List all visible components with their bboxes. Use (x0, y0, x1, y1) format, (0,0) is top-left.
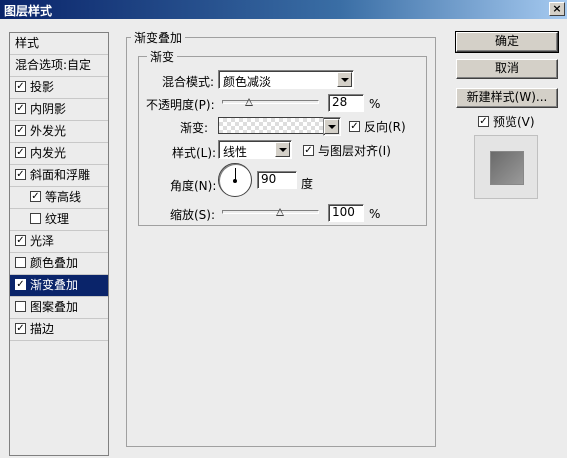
preview-label: 预览(V) (493, 115, 535, 129)
blend-mode-select[interactable]: 颜色减淡 (218, 70, 354, 89)
style-item-checkbox[interactable]: ✓ (15, 323, 26, 334)
style-list-item[interactable]: 图案叠加 (10, 297, 108, 319)
style-list-header: 样式 (10, 33, 108, 55)
style-item-label: 描边 (30, 322, 55, 336)
style-list-item[interactable]: ✓ 外发光 (10, 121, 108, 143)
style-list-item[interactable]: ✓ 内发光 (10, 143, 108, 165)
style-item-checkbox[interactable] (15, 301, 26, 312)
style-preview (474, 135, 538, 199)
gradient-label: 渐变: (180, 121, 209, 135)
cancel-button[interactable]: 取消 (456, 59, 558, 79)
style-item-checkbox[interactable] (15, 257, 26, 268)
blend-mode-value: 颜色减淡 (223, 75, 272, 89)
opacity-slider-thumb[interactable] (245, 98, 254, 107)
align-checkbox-row[interactable]: ✓ 与图层对齐(I) (303, 142, 391, 159)
reverse-label: 反向(R) (364, 120, 406, 134)
gradient-subgroup-title: 渐变 (147, 48, 178, 65)
angle-input[interactable]: 90 (257, 171, 297, 189)
angle-unit: 度 (301, 177, 314, 191)
style-list-item[interactable]: 颜色叠加 (10, 253, 108, 275)
style-list-item[interactable]: ✓ 投影 (10, 77, 108, 99)
style-item-label: 图案叠加 (30, 300, 79, 314)
preview-checkbox[interactable]: ✓ (478, 116, 489, 127)
style-item-checkbox[interactable]: ✓ (15, 103, 26, 114)
style-list-item[interactable]: ✓ 等高线 (10, 187, 108, 209)
style-item-label: 纹理 (45, 212, 70, 226)
style-item-label: 光泽 (30, 234, 55, 248)
gradient-style-value: 线性 (223, 145, 248, 159)
style-item-label: 等高线 (45, 190, 82, 204)
style-item-checkbox[interactable]: ✓ (15, 169, 26, 180)
style-item-label: 颜色叠加 (30, 256, 79, 270)
style-label: 样式(L): (172, 146, 217, 160)
blend-mode-label: 混合模式: (162, 75, 215, 89)
style-item-checkbox[interactable] (30, 213, 41, 224)
angle-dial[interactable] (218, 163, 252, 197)
title-bar: 图层样式 × (0, 0, 567, 19)
style-item-checkbox[interactable]: ✓ (15, 125, 26, 136)
scale-input[interactable]: 100 (328, 204, 364, 222)
angle-label: 角度(N): (170, 179, 217, 193)
new-style-button[interactable]: 新建样式(W)... (456, 88, 558, 108)
close-button[interactable]: × (549, 2, 565, 16)
style-list-item[interactable]: ✓ 描边 (10, 319, 108, 341)
chevron-down-icon[interactable] (275, 142, 290, 157)
chevron-down-icon[interactable] (337, 72, 352, 87)
opacity-label: 不透明度(P): (146, 98, 215, 112)
gradient-picker-dropdown[interactable] (323, 117, 341, 136)
style-item-checkbox[interactable]: ✓ (15, 81, 26, 92)
preview-checkbox-row[interactable]: ✓ 预览(V) (478, 113, 535, 130)
style-list-item[interactable]: ✓ 光泽 (10, 231, 108, 253)
angle-hub (233, 179, 237, 183)
opacity-input[interactable]: 28 (328, 94, 364, 112)
style-list: 样式 混合选项:自定 ✓ 投影 ✓ 内阴影 ✓ 外发光 ✓ 内发光 ✓ 斜面和浮雕 ✓ 等高线纹理 ✓ 光… (9, 32, 109, 456)
gradient-style-select[interactable]: 线性 (218, 140, 292, 159)
align-label: 与图层对齐(I) (318, 144, 391, 158)
scale-slider-track[interactable] (222, 210, 319, 214)
gradient-overlay-title: 渐变叠加 (131, 29, 186, 46)
style-item-label: 渐变叠加 (30, 278, 79, 292)
style-item-label: 投影 (30, 80, 55, 94)
opacity-percent: % (369, 97, 381, 111)
style-item-checkbox[interactable]: ✓ (15, 279, 26, 290)
style-item-checkbox[interactable]: ✓ (15, 147, 26, 158)
gradient-swatch[interactable] (218, 117, 324, 134)
scale-percent: % (369, 207, 381, 221)
window-title: 图层样式 (4, 4, 53, 18)
style-list-item[interactable]: 纹理 (10, 209, 108, 231)
preview-swatch (491, 152, 523, 184)
style-list-item[interactable]: ✓ 渐变叠加 (10, 275, 108, 297)
style-item-checkbox[interactable]: ✓ (15, 235, 26, 246)
opacity-slider-track[interactable] (222, 100, 319, 104)
ok-button[interactable]: 确定 (455, 31, 559, 53)
scale-slider-thumb[interactable] (276, 208, 285, 217)
chevron-down-icon[interactable] (324, 119, 339, 134)
scale-label: 缩放(S): (170, 208, 216, 222)
style-item-label: 内发光 (30, 146, 67, 160)
reverse-checkbox[interactable]: ✓ (349, 121, 360, 132)
style-item-label: 斜面和浮雕 (30, 168, 91, 182)
align-checkbox[interactable]: ✓ (303, 145, 314, 156)
blend-options-item[interactable]: 混合选项:自定 (10, 55, 108, 77)
style-item-label: 内阴影 (30, 102, 67, 116)
style-item-label: 外发光 (30, 124, 67, 138)
style-list-item[interactable]: ✓ 斜面和浮雕 (10, 165, 108, 187)
reverse-checkbox-row[interactable]: ✓ 反向(R) (349, 118, 406, 135)
style-item-checkbox[interactable]: ✓ (30, 191, 41, 202)
style-list-item[interactable]: ✓ 内阴影 (10, 99, 108, 121)
